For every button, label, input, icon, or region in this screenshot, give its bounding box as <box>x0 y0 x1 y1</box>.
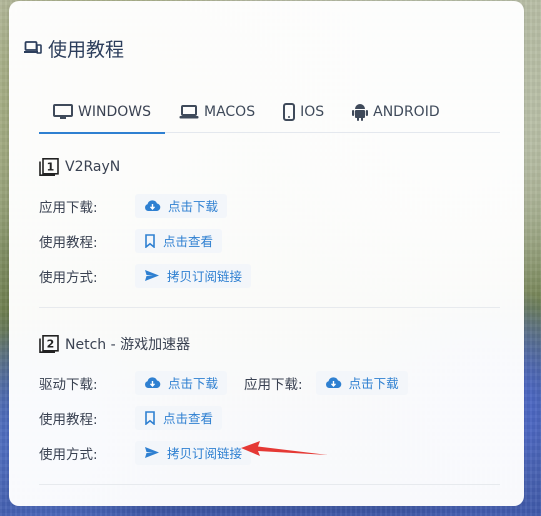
bookmark-icon <box>145 410 155 425</box>
android-icon <box>352 104 369 121</box>
view-tutorial-button[interactable]: 点击查看 <box>135 405 223 430</box>
row-label: 使用方式: <box>39 269 98 286</box>
cloud-download-icon <box>325 377 341 388</box>
number-2-icon: 2 <box>39 335 59 353</box>
tab-android[interactable]: ANDROID <box>338 91 454 133</box>
row-label-secondary: 应用下载: <box>244 376 303 393</box>
cloud-download-icon <box>145 200 161 211</box>
bookmark-icon <box>145 233 155 248</box>
download-button[interactable]: 点击下载 <box>135 193 228 218</box>
os-tabs: WINDOWS MACOS IOS ANDROID <box>39 91 500 134</box>
number-1-icon: 1 <box>39 158 59 176</box>
svg-text:1: 1 <box>47 161 55 174</box>
button-label: 点击查看 <box>163 234 214 249</box>
copy-subscription-button[interactable]: 拷贝订阅链接 <box>135 263 252 288</box>
button-label: 点击查看 <box>163 411 214 426</box>
send-icon <box>145 270 159 281</box>
driver-download-button[interactable]: 点击下载 <box>135 370 228 395</box>
button-label: 点击下载 <box>168 199 219 214</box>
section-divider <box>39 307 500 308</box>
button-label: 点击下载 <box>168 376 219 391</box>
button-label: 拷贝订阅链接 <box>167 269 243 284</box>
section-title: Netch - 游戏加速器 <box>65 337 191 353</box>
section-title: V2RayN <box>65 159 121 175</box>
app-download-button[interactable]: 点击下载 <box>315 370 408 395</box>
send-icon <box>145 447 159 458</box>
section-header: 1 V2RayN <box>39 156 500 178</box>
row-label: 使用教程: <box>39 234 98 251</box>
card-title: 使用教程 <box>48 38 125 61</box>
card-header: 使用教程 <box>24 33 124 63</box>
section-header: 2 Netch - 游戏加速器 <box>39 333 500 355</box>
devices-icon <box>24 41 42 54</box>
row-tutorial: 使用教程: 点击查看 <box>39 400 500 435</box>
view-tutorial-button[interactable]: 点击查看 <box>135 228 223 253</box>
row-label: 应用下载: <box>39 199 98 216</box>
cloud-download-icon <box>145 377 161 388</box>
row-tutorial: 使用教程: 点击查看 <box>39 223 500 258</box>
tab-ios[interactable]: IOS <box>269 91 338 133</box>
tab-label: IOS <box>300 104 325 120</box>
monitor-icon <box>53 104 73 119</box>
section-v2rayn: 1 V2RayN 应用下载: 点击下载 使用教程: 点击查看 使用方式: 拷贝订… <box>39 156 500 293</box>
row-label: 使用教程: <box>39 411 98 428</box>
row-label: 驱动下载: <box>39 376 98 393</box>
tab-label: ANDROID <box>373 104 440 120</box>
tab-windows[interactable]: WINDOWS <box>39 91 165 134</box>
row-usage: 使用方式: 拷贝订阅链接 <box>39 258 500 293</box>
button-label: 拷贝订阅链接 <box>167 446 243 461</box>
laptop-icon <box>179 105 199 119</box>
tab-label: MACOS <box>203 104 256 120</box>
phone-icon <box>283 103 296 121</box>
tutorial-card: 使用教程 WINDOWS MACOS IOS ANDROID 1 V2RayN … <box>9 1 524 506</box>
copy-subscription-button[interactable]: 拷贝订阅链接 <box>135 440 252 465</box>
svg-text:2: 2 <box>47 338 55 351</box>
tab-label: WINDOWS <box>78 104 151 120</box>
section-divider <box>39 484 500 485</box>
row-app-download: 应用下载: 点击下载 <box>39 188 500 223</box>
annotation-arrow <box>241 441 328 456</box>
button-label: 点击下载 <box>348 376 399 391</box>
row-driver-download: 驱动下载: 点击下载 应用下载: 点击下载 <box>39 365 500 400</box>
row-label: 使用方式: <box>39 446 98 463</box>
tab-macos[interactable]: MACOS <box>165 91 269 133</box>
